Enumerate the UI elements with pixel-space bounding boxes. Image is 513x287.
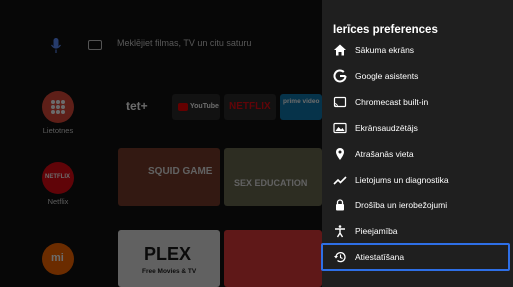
search-bar[interactable]: Meklējiet filmas, TV un citu saturu	[0, 30, 322, 60]
netflix-icon[interactable]: NETFLIX	[42, 162, 74, 194]
cast-icon	[333, 96, 347, 108]
app-tile-youtube[interactable]: YouTube	[172, 94, 220, 120]
rail-label-netflix: Netflix	[47, 197, 69, 206]
content-tile-plex[interactable]: PLEX Free Movies & TV	[118, 230, 220, 287]
menu-item-label: Google asistents	[355, 71, 419, 81]
app-tile-prime-video[interactable]: prime video	[280, 94, 322, 120]
menu-item-location[interactable]: Atrašanās vieta	[322, 142, 513, 167]
menu-item-security[interactable]: Drošība un ierobežojumi	[322, 193, 513, 218]
menu-item-usage-diagnostics[interactable]: Lietojums un diagnostika	[322, 168, 513, 193]
menu-item-label: Ekrānsaudzētājs	[355, 123, 418, 133]
app-tile-netflix[interactable]: NETFLIX	[224, 94, 276, 120]
location-pin-icon	[336, 148, 344, 160]
panel-title: Ierīces preferences	[333, 24, 438, 36]
keyboard-icon[interactable]	[88, 40, 102, 50]
menu-item-label: Chromecast built-in	[355, 97, 429, 107]
menu-item-label: Atrašanās vieta	[355, 149, 414, 159]
content-tile-squid-game[interactable]: SQUID GAME	[118, 148, 220, 206]
menu-item-label: Lietojums un diagnostika	[355, 175, 449, 185]
menu-item-home-screen[interactable]: Sākuma ekrāns	[322, 38, 513, 63]
menu-item-google-assistant[interactable]: Google asistents	[322, 64, 513, 89]
menu-item-label: Drošība un ierobežojumi	[355, 200, 448, 210]
trending-icon	[333, 176, 347, 185]
menu-item-label: Pieejamība	[355, 226, 398, 236]
rail-label-apps: Lietotnes	[42, 126, 74, 135]
apps-grid-icon[interactable]	[42, 91, 74, 123]
accessibility-icon	[335, 225, 345, 238]
youtube-icon	[178, 103, 188, 111]
focus-highlight	[321, 243, 510, 271]
home-icon	[334, 44, 346, 56]
microphone-icon[interactable]	[50, 38, 62, 54]
screensaver-icon	[333, 122, 347, 134]
menu-item-screensaver[interactable]: Ekrānsaudzētājs	[322, 116, 513, 141]
lock-icon	[336, 199, 344, 211]
content-tile-red[interactable]	[224, 230, 322, 287]
mi-icon[interactable]: mi	[42, 243, 74, 275]
app-tile-tet[interactable]: tet+	[118, 94, 168, 120]
google-icon	[333, 69, 347, 83]
content-tile-sex-education[interactable]: SEX EDUCATION	[224, 148, 322, 206]
menu-item-label: Sākuma ekrāns	[355, 45, 415, 55]
menu-item-accessibility[interactable]: Pieejamība	[322, 219, 513, 244]
search-hint[interactable]: Meklējiet filmas, TV un citu saturu	[117, 38, 251, 48]
menu-item-chromecast[interactable]: Chromecast built-in	[322, 90, 513, 115]
